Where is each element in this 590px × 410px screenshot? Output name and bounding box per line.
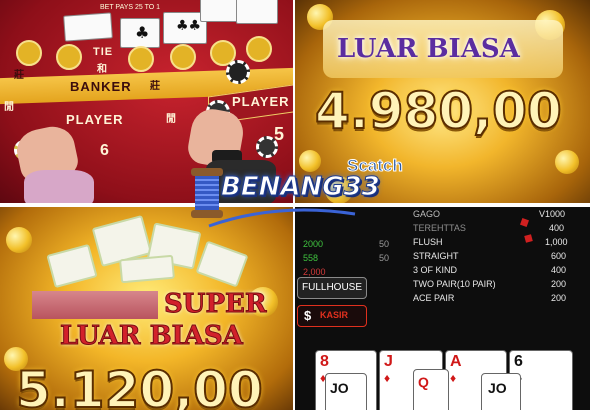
mahjong-tile — [195, 240, 249, 288]
player-cn-label: 閒 — [4, 102, 15, 113]
player-cn-label: 閒 — [166, 114, 177, 125]
paytable-pay: 600 — [551, 251, 567, 261]
tie-cn-label: 和 — [97, 64, 108, 75]
card-rank: J — [384, 353, 393, 370]
card-rank: 8 — [320, 353, 329, 370]
luar-biasa-banner-bottom: LUAR BIASA — [60, 321, 244, 352]
queen-rank: Q — [418, 374, 429, 390]
banker-cn-label: 莊 — [150, 81, 161, 92]
bet-circle — [56, 44, 82, 70]
paytable-pay: 1,000 — [545, 237, 568, 247]
paytable-hand: FLUSH — [413, 237, 443, 247]
win-amount-top: 4.980,00 — [314, 81, 563, 141]
playing-card: ♣ — [120, 18, 160, 48]
paytable-hand: ACE PAIR — [413, 293, 455, 303]
paytable-hand: TEREHTTAS — [413, 223, 466, 233]
left-sleeve — [24, 170, 94, 203]
banker-cn-label: 莊 — [14, 70, 25, 81]
thread-swoosh-icon — [208, 208, 356, 228]
player-count: 6 — [100, 142, 110, 159]
queen-card: Q — [413, 369, 449, 410]
bet-circle — [16, 40, 42, 66]
logo-text: BENANG33 — [221, 172, 381, 203]
big-win-panel-bottom: SUPER LUAR BIASA 5.120,00 — [0, 207, 293, 410]
joker-card: JO — [325, 373, 367, 410]
paytable-hand: TWO PAIR(10 PAIR) — [413, 279, 496, 289]
casino-chip — [226, 60, 250, 84]
bet-value: 50 — [379, 253, 390, 263]
kasir-label: KASIR — [320, 310, 349, 320]
paytable-pay: 200 — [551, 293, 567, 303]
kasir-button[interactable]: $ KASIR — [297, 305, 367, 327]
bet-value: 50 — [379, 239, 390, 249]
mahjong-tile — [119, 254, 175, 284]
dice-icon — [524, 234, 533, 243]
playing-card — [236, 0, 278, 24]
dice-icon — [520, 218, 529, 227]
coin-icon — [6, 227, 32, 253]
bet-circle — [246, 36, 272, 62]
paytable-pay: 400 — [551, 265, 567, 275]
super-label: SUPER — [163, 289, 267, 320]
paytable-hand: GAGO — [413, 209, 441, 219]
credit-value: 2,000 — [303, 267, 326, 277]
joker-label: JO — [330, 380, 349, 396]
casino-chip — [256, 136, 278, 158]
fullhouse-button[interactable]: FULLHOUSE — [297, 277, 367, 299]
banker-label: BANKER — [70, 79, 132, 94]
paytable-pay: 200 — [551, 279, 567, 289]
dollar-icon: $ — [304, 308, 312, 323]
card-rank: A — [450, 353, 462, 370]
tie-label: TIE — [93, 46, 114, 58]
win-amount-bottom: 5.120,00 — [15, 360, 264, 410]
video-poker-panel: 2000 558 2,000 50 50 GAGO V1000 TEREHTTA… — [295, 207, 590, 410]
luar-biasa-banner: LUAR BIASA — [337, 34, 520, 64]
paytable-pay: 400 — [549, 223, 565, 233]
benang33-logo: BENANG33 — [187, 158, 380, 228]
joker-card: JO — [481, 373, 521, 410]
card-suit: ♦ — [450, 371, 457, 385]
mahjong-tile — [46, 243, 98, 289]
bet-circle — [128, 46, 154, 72]
bet-pays-text: BET PAYS 25 TO 1 — [100, 4, 161, 11]
playing-card — [63, 12, 113, 42]
player-label: PLAYER — [66, 112, 124, 127]
paytable-hand: STRAIGHT — [413, 251, 459, 261]
player-label-right: PLAYER — [232, 94, 290, 109]
redacted-banner-segment — [32, 291, 158, 319]
credit-value: 558 — [303, 253, 319, 263]
bet-circle — [170, 44, 196, 70]
coin-icon — [555, 150, 579, 174]
card-rank: 6 — [514, 353, 523, 370]
paytable-hand: 3 OF KIND — [413, 265, 458, 275]
credit-value: 2000 — [303, 239, 324, 249]
card-suit: ♦ — [384, 371, 391, 385]
paytable-pay: V1000 — [539, 209, 566, 219]
joker-label: JO — [488, 380, 507, 396]
